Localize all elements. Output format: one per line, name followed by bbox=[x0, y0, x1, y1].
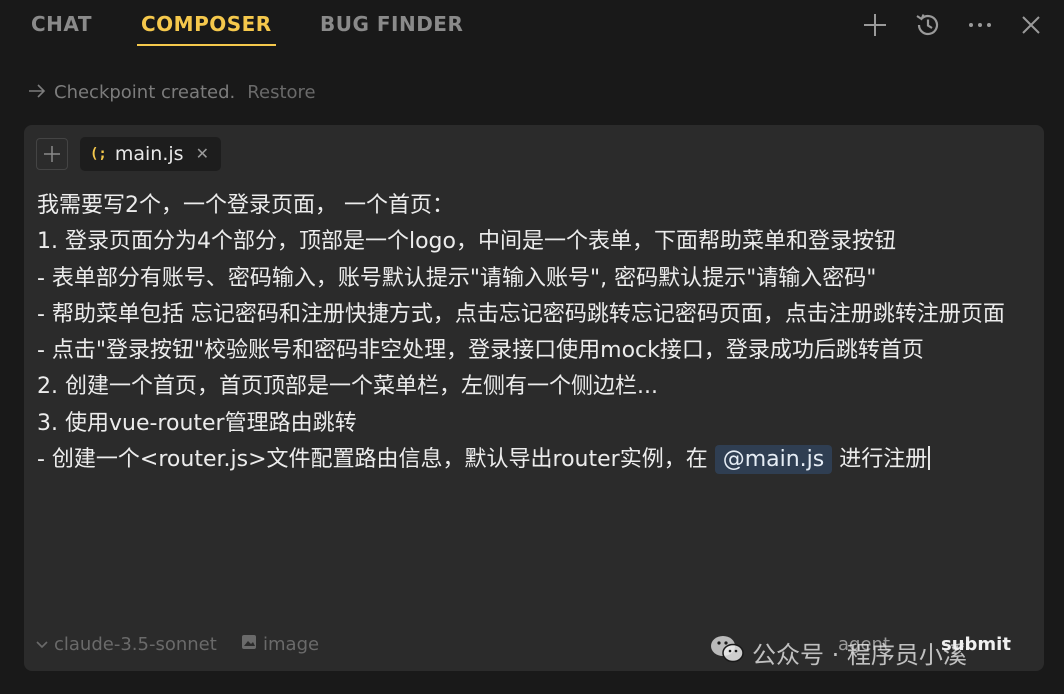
prompt-text: 进行注册 bbox=[832, 447, 928, 473]
remove-file-icon[interactable]: ✕ bbox=[196, 144, 209, 164]
js-file-icon: (; bbox=[90, 146, 107, 162]
tab-bar: CHAT COMPOSER BUG FINDER bbox=[0, 0, 1064, 52]
plus-icon[interactable] bbox=[858, 8, 892, 42]
prompt-text: - 创建一个<router.js>文件配置路由信息，默认导出router实例，在 bbox=[37, 447, 715, 473]
prompt-line: 3. 使用vue-router管理路由跳转 bbox=[37, 410, 357, 436]
prompt-line: - 表单部分有账号、密码输入，账号默认提示"请输入账号", 密码默认提示"请输入… bbox=[37, 265, 877, 291]
history-icon[interactable] bbox=[911, 8, 945, 42]
prompt-input[interactable]: 我需要写2个，一个登录页面， 一个首页： 1. 登录页面分为4个部分，顶部是一个l… bbox=[37, 188, 1032, 478]
prompt-line: 1. 登录页面分为4个部分，顶部是一个logo，中间是一个表单，下面帮助菜单和登… bbox=[37, 229, 896, 255]
image-icon bbox=[241, 634, 257, 655]
composer-panel: (; main.js ✕ 我需要写2个，一个登录页面， 一个首页： 1. 登录页面… bbox=[24, 125, 1044, 671]
composer-footer: claude-3.5-sonnet image agent submit bbox=[36, 630, 1032, 660]
file-mention[interactable]: @main.js bbox=[714, 445, 833, 475]
prompt-line-last: - 创建一个<router.js>文件配置路由信息，默认导出router实例，在… bbox=[37, 442, 1032, 478]
chevron-down-icon bbox=[36, 634, 48, 655]
image-label: image bbox=[263, 634, 320, 655]
tab-chat[interactable]: CHAT bbox=[31, 12, 92, 36]
prompt-line: 2. 创建一个首页，首页顶部是一个菜单栏，左侧有一个侧边栏... bbox=[37, 374, 658, 400]
prompt-line: - 帮助菜单包括 忘记密码和注册快捷方式，点击忘记密码跳转忘记密码页面，点击注册… bbox=[37, 301, 1005, 327]
agent-toggle[interactable]: agent bbox=[838, 634, 890, 655]
model-selector[interactable]: claude-3.5-sonnet bbox=[36, 634, 217, 655]
tab-bug-finder[interactable]: BUG FINDER bbox=[320, 12, 463, 36]
tab-composer[interactable]: COMPOSER bbox=[141, 12, 272, 36]
model-name: claude-3.5-sonnet bbox=[54, 634, 217, 655]
restore-link[interactable]: Restore bbox=[247, 82, 315, 103]
active-tab-underline bbox=[137, 44, 276, 46]
arrow-right-icon bbox=[28, 82, 46, 103]
context-file-chip[interactable]: (; main.js ✕ bbox=[80, 137, 221, 171]
add-context-button[interactable] bbox=[36, 138, 68, 170]
submit-button[interactable]: submit bbox=[941, 634, 1011, 655]
close-icon[interactable] bbox=[1014, 8, 1048, 42]
prompt-line: - 点击"登录按钮"校验账号和密码非空处理，登录接口使用mock接口，登录成功后… bbox=[37, 338, 924, 364]
text-caret bbox=[928, 446, 931, 471]
context-file-name: main.js bbox=[114, 143, 184, 165]
checkpoint-notice: Checkpoint created. Restore bbox=[28, 79, 316, 105]
checkpoint-text: Checkpoint created. bbox=[54, 81, 236, 103]
image-button[interactable]: image bbox=[241, 634, 319, 655]
more-icon[interactable] bbox=[963, 8, 997, 42]
prompt-line: 我需要写2个，一个登录页面， 一个首页： bbox=[37, 193, 454, 218]
